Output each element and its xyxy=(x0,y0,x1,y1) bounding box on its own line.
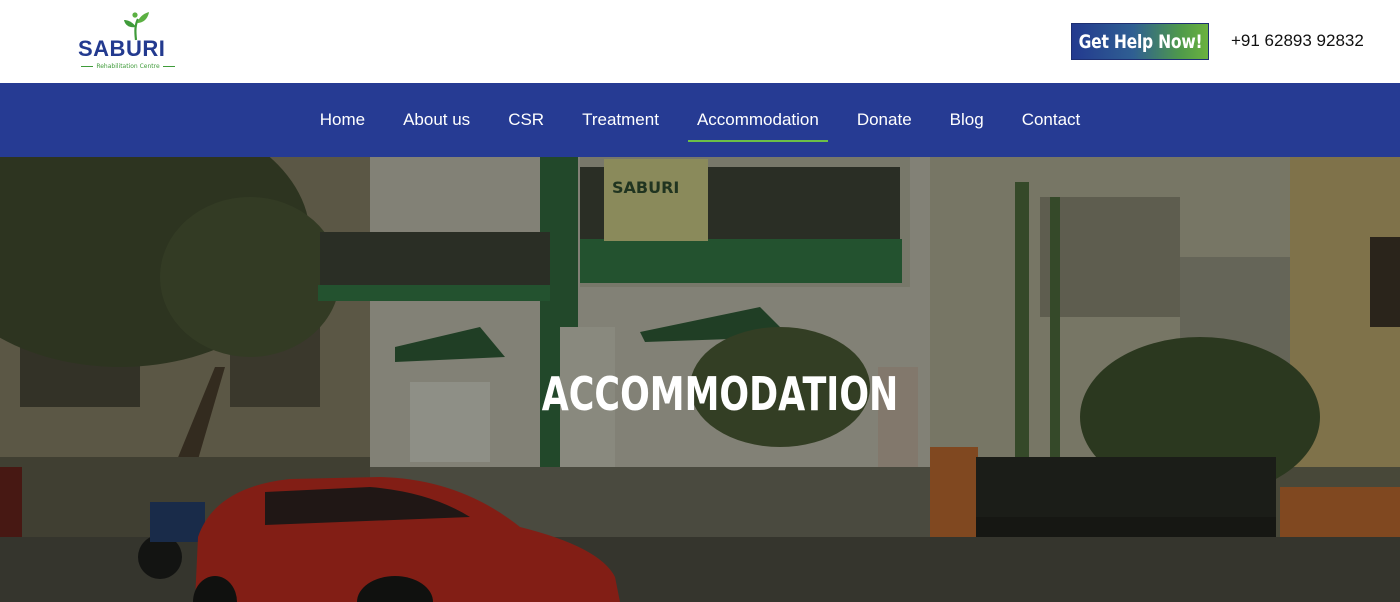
get-help-now-label: Get Help Now! xyxy=(1078,30,1202,53)
nav-item-accommodation[interactable]: Accommodation xyxy=(678,83,838,157)
nav-menu: Home About us CSR Treatment Accommodatio… xyxy=(0,83,1400,157)
page-title: ACCOMMODATION xyxy=(541,367,899,421)
site-header: SABURI Rehabilitation Centre Get Help No… xyxy=(0,0,1400,83)
nav-item-about-us[interactable]: About us xyxy=(384,83,489,157)
nav-item-donate[interactable]: Donate xyxy=(838,83,931,157)
nav-item-contact[interactable]: Contact xyxy=(1003,83,1100,157)
logo-wordmark: SABURI xyxy=(78,36,166,61)
nav-item-treatment[interactable]: Treatment xyxy=(563,83,678,157)
nav-item-home[interactable]: Home xyxy=(301,83,384,157)
nav-item-csr[interactable]: CSR xyxy=(489,83,563,157)
phone-number-link[interactable]: +91 62893 92832 xyxy=(1231,31,1364,51)
hero-banner: SABURI ACCOMMODATION xyxy=(0,157,1400,602)
logo[interactable]: SABURI Rehabilitation Centre xyxy=(76,11,182,73)
main-navigation: Home About us CSR Treatment Accommodatio… xyxy=(0,83,1400,157)
get-help-now-button[interactable]: Get Help Now! xyxy=(1071,23,1209,60)
logo-tagline: Rehabilitation Centre xyxy=(76,63,180,70)
nav-item-blog[interactable]: Blog xyxy=(931,83,1003,157)
